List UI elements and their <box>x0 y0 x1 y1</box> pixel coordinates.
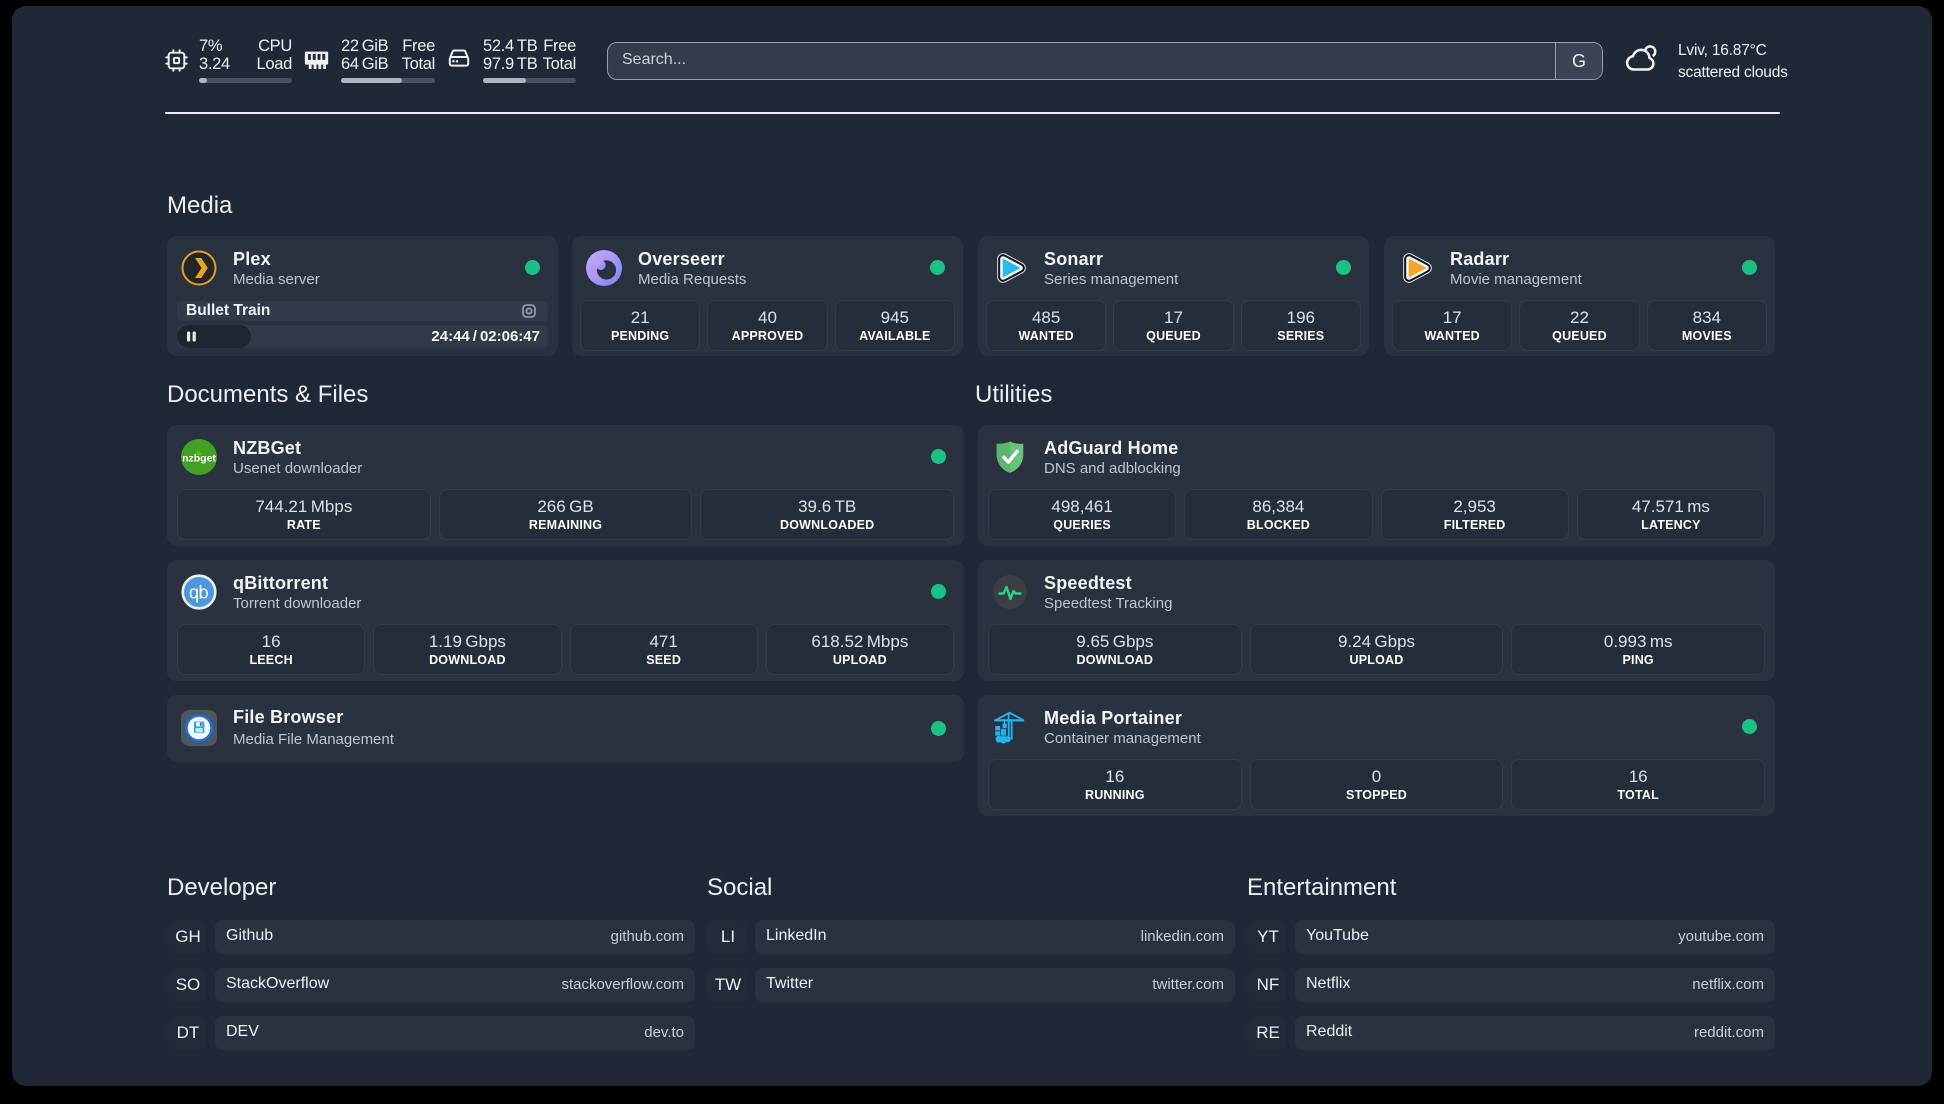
svg-text:qb: qb <box>189 583 209 603</box>
svg-text:nzbget: nzbget <box>182 453 216 465</box>
